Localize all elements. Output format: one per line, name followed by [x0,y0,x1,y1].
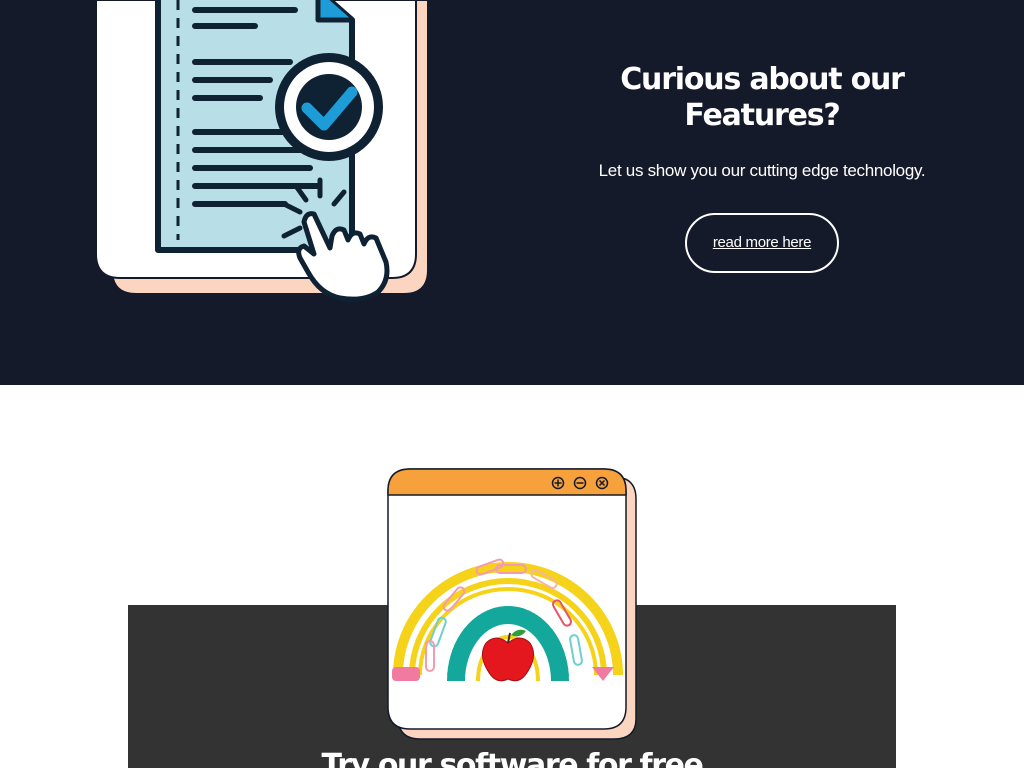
free-trial-title: Try our software for free [321,748,703,768]
checkmark-badge-icon [275,53,383,161]
hero-text-block: Curious about our Features? Let us show … [560,62,964,273]
hero-subtitle: Let us show you our cutting edge technol… [598,161,926,180]
features-illustration [0,0,460,320]
hero-title: Curious about our Features? [620,62,905,133]
features-hero-section: Curious about our Features? Let us show … [0,0,1024,385]
illustration-window [386,467,638,741]
read-more-button[interactable]: read more here [685,213,839,273]
